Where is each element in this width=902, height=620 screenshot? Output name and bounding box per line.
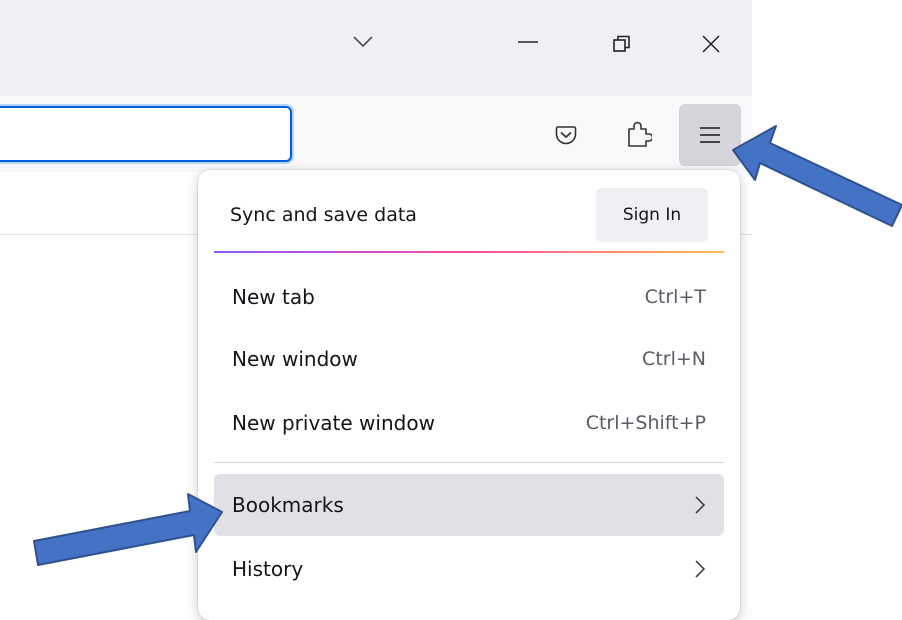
- sign-in-button[interactable]: Sign In: [596, 188, 708, 242]
- menu-item-label: New tab: [232, 285, 315, 309]
- close-button[interactable]: [691, 24, 731, 64]
- menu-item-shortcut: Ctrl+N: [642, 348, 706, 370]
- minimize-icon: [518, 41, 538, 43]
- close-icon: [702, 35, 720, 53]
- app-menu-panel: Sync and save data Sign In New tab Ctrl+…: [198, 170, 740, 620]
- menu-item-label: New window: [232, 347, 358, 371]
- menu-item-new-private-window[interactable]: New private window Ctrl+Shift+P: [214, 392, 724, 454]
- chevron-right-icon: [695, 560, 706, 578]
- tab-list-button[interactable]: [343, 22, 383, 62]
- menu-item-label: Bookmarks: [232, 493, 344, 517]
- sync-label: Sync and save data: [230, 204, 417, 226]
- sync-row: Sync and save data Sign In: [214, 186, 724, 244]
- menu-item-label: History: [232, 557, 304, 581]
- pocket-button[interactable]: [535, 104, 597, 166]
- pocket-icon: [555, 126, 577, 145]
- gradient-divider: [214, 251, 724, 253]
- chevron-down-icon: [353, 36, 373, 48]
- minimize-button[interactable]: [508, 22, 548, 62]
- menu-item-new-tab[interactable]: New tab Ctrl+T: [214, 266, 724, 328]
- bookmarks-menu-item[interactable]: Bookmarks: [214, 474, 724, 536]
- restore-button[interactable]: [602, 24, 642, 64]
- title-bar: [0, 0, 752, 96]
- history-menu-item[interactable]: History: [214, 538, 724, 600]
- extensions-button[interactable]: [608, 104, 670, 166]
- menu-item-label: New private window: [232, 411, 435, 435]
- restore-icon: [613, 35, 630, 52]
- chevron-right-icon: [695, 496, 706, 514]
- menu-divider: [214, 462, 724, 463]
- extensions-icon: [628, 121, 652, 147]
- menu-item-shortcut: Ctrl+Shift+P: [585, 412, 706, 434]
- hamburger-menu-icon: [700, 127, 720, 143]
- menu-item-shortcut: Ctrl+T: [644, 286, 706, 308]
- hamburger-menu-button[interactable]: [679, 104, 741, 166]
- menu-item-new-window[interactable]: New window Ctrl+N: [214, 328, 724, 390]
- address-bar[interactable]: [0, 106, 292, 162]
